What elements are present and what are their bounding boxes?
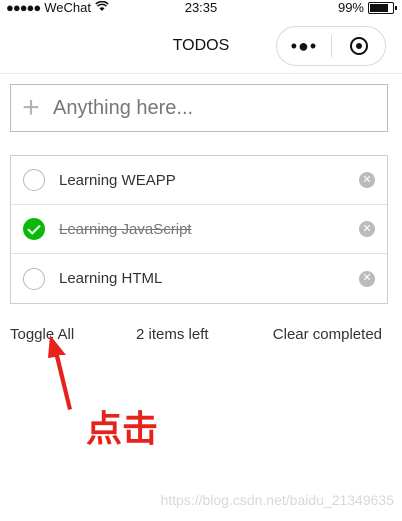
todo-label[interactable]: Learning HTML xyxy=(59,270,359,287)
nav-divider xyxy=(0,73,402,74)
clear-completed-button[interactable]: Clear completed xyxy=(273,326,382,343)
watermark: https://blog.csdn.net/baidu_21349635 xyxy=(160,492,394,508)
new-todo-bar: + xyxy=(10,84,388,132)
checked-circle-icon[interactable] xyxy=(23,218,45,240)
todo-label[interactable]: Learning WEAPP xyxy=(59,172,359,189)
red-arrow-icon xyxy=(48,335,72,410)
status-bar: ●●●●● WeChat 23:35 99% xyxy=(0,0,402,16)
remove-icon[interactable]: ✕ xyxy=(359,172,375,188)
annotation-label: 点击 xyxy=(86,409,159,450)
battery-percent: 99% xyxy=(337,0,364,15)
todo-item: Learning WEAPP ✕ xyxy=(11,156,387,205)
circle-checkbox-icon[interactable] xyxy=(23,169,45,191)
circle-checkbox-icon[interactable] xyxy=(23,267,45,290)
items-left-count: 2 items left xyxy=(136,326,209,343)
todo-item: Learning HTML ✕ xyxy=(11,254,387,303)
battery-icon xyxy=(368,1,397,14)
status-right: 99% xyxy=(337,0,397,15)
more-icon[interactable]: •●• xyxy=(277,36,331,57)
new-todo-input[interactable] xyxy=(51,95,387,121)
navigation-bar: TODOS •●• xyxy=(0,24,402,70)
remove-icon[interactable]: ✕ xyxy=(359,221,375,237)
close-mini-program-button[interactable] xyxy=(332,37,385,55)
target-icon xyxy=(349,37,368,55)
remove-icon[interactable]: ✕ xyxy=(359,270,375,287)
todo-item: Learning JavaScript ✕ xyxy=(11,205,387,254)
todo-list: Learning WEAPP ✕ Learning JavaScript ✕ L… xyxy=(10,155,388,304)
todo-label[interactable]: Learning JavaScript xyxy=(59,221,359,238)
menu-capsule: •●• xyxy=(276,26,386,66)
plus-icon[interactable]: + xyxy=(11,93,51,123)
